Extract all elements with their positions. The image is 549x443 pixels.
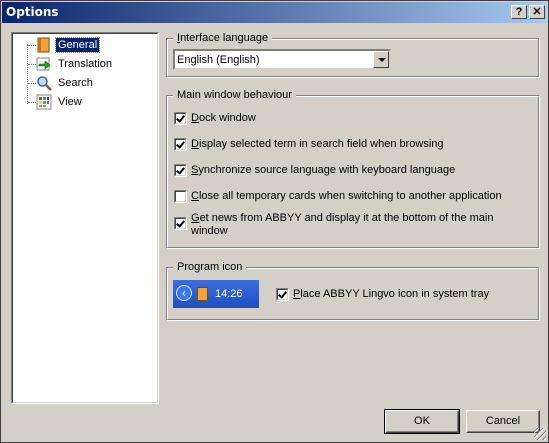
options-dialog: Options ? ✕ General Translation Search V… bbox=[0, 0, 549, 443]
get-news-checkbox[interactable] bbox=[174, 217, 187, 230]
display-selected-term-label: Display selected term in search field wh… bbox=[191, 138, 444, 150]
tree-item-label: Translation bbox=[58, 58, 113, 70]
tree-item-general[interactable]: General bbox=[19, 36, 149, 54]
program-icon-legend: Program icon bbox=[173, 260, 247, 274]
tree-item-search[interactable]: Search bbox=[19, 74, 149, 92]
close-temporary-cards-label: Close all temporary cards when switching… bbox=[191, 190, 502, 202]
dropdown-button[interactable] bbox=[373, 51, 389, 68]
close-button[interactable]: ✕ bbox=[529, 5, 545, 19]
place-tray-icon-checkbox[interactable] bbox=[276, 288, 289, 301]
interface-language-value: English (English) bbox=[177, 54, 260, 66]
resize-grip[interactable] bbox=[534, 428, 546, 440]
tree-item-view[interactable]: View bbox=[19, 93, 149, 111]
dock-window-checkbox[interactable] bbox=[174, 112, 187, 125]
tree-item-label: View bbox=[58, 96, 82, 108]
display-selected-term-checkbox[interactable] bbox=[174, 138, 187, 151]
tray-expand-icon: ‹ bbox=[176, 285, 192, 301]
place-tray-icon-label: Place ABBYY Lingvo icon in system tray bbox=[293, 288, 490, 300]
synchronize-source-language-label: Synchronize source language with keyboar… bbox=[191, 164, 456, 176]
close-temporary-cards-checkbox[interactable] bbox=[174, 190, 187, 203]
tree-item-translation[interactable]: Translation bbox=[19, 55, 149, 73]
synchronize-source-language-checkbox[interactable] bbox=[174, 164, 187, 177]
chevron-down-icon bbox=[378, 58, 386, 62]
search-magnifier-icon bbox=[37, 76, 52, 91]
cancel-label: Cancel bbox=[485, 415, 521, 427]
interface-language-legend: Interface language bbox=[173, 31, 273, 45]
general-book-icon bbox=[37, 37, 50, 53]
cancel-button[interactable]: Cancel bbox=[466, 410, 540, 433]
interface-language-select[interactable]: English (English) bbox=[173, 49, 391, 70]
close-icon: ✕ bbox=[532, 6, 542, 18]
help-icon: ? bbox=[515, 6, 523, 18]
lingvo-book-icon bbox=[197, 287, 208, 301]
window-title: Options bbox=[6, 5, 59, 19]
main-window-legend: Main window behaviour bbox=[173, 88, 296, 102]
tree-item-label: General bbox=[54, 37, 101, 53]
ok-label: OK bbox=[414, 415, 430, 427]
dock-window-label: Dock window bbox=[191, 112, 256, 124]
tray-clock: 14:26 bbox=[215, 288, 243, 300]
tree-item-label: Search bbox=[58, 77, 93, 89]
view-grid-icon bbox=[36, 94, 52, 110]
help-button[interactable]: ? bbox=[511, 5, 527, 19]
get-news-label: Get news from ABBYY and display it at th… bbox=[191, 212, 494, 237]
system-tray-preview: ‹ 14:26 bbox=[173, 280, 259, 308]
title-bar[interactable]: Options ? ✕ bbox=[2, 2, 547, 23]
ok-button[interactable]: OK bbox=[384, 409, 460, 434]
options-tree[interactable]: General Translation Search View bbox=[11, 32, 159, 404]
translation-arrow-icon bbox=[36, 57, 51, 71]
